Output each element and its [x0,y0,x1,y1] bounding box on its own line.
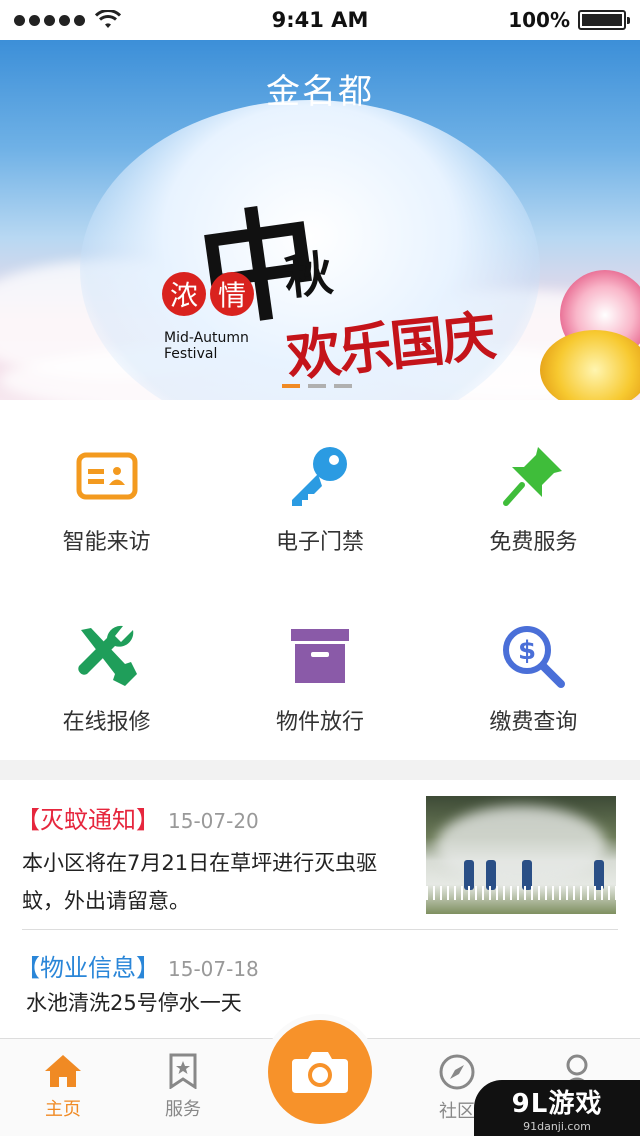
service-label: 智能来访 [62,530,151,555]
payment-search-icon: $ [503,626,566,688]
news-date: 15-07-18 [168,957,259,981]
service-free[interactable]: 免费服务 [427,400,640,580]
festival-english: Mid-Autumn Festival [164,330,249,362]
compass-icon [439,1054,475,1090]
wrench-screwdriver-icon [78,625,137,686]
site-watermark: 9L游戏 91danji.com [474,1080,640,1136]
news-body: 水池清洗25号停水一天 [26,991,242,1015]
bookmark-star-icon [169,1053,197,1089]
status-bar: 9:41 AM 100% [0,0,640,40]
camera-button[interactable] [268,1020,372,1124]
promo-banner[interactable]: 金名都 中 秋 浓 情 欢乐国庆 Mid-Autumn Festival [0,40,640,400]
service-label: 物件放行 [275,710,364,735]
calligraphy-sub: 秋 [281,245,336,307]
service-door-access[interactable]: 电子门禁 [213,400,426,580]
service-item-release[interactable]: 物件放行 [213,580,426,760]
service-grid: 智能来访 电子门禁 免费服务 在线报修 物件放行 $ 缴费查询 [0,400,640,760]
seal-stamp: 浓 情 [162,272,254,316]
home-icon [45,1055,81,1087]
news-tag: 【物业信息】 [16,954,160,982]
service-label: 缴费查询 [489,710,578,735]
box-icon [290,629,349,683]
service-visitor[interactable]: 智能来访 [0,400,213,580]
news-item[interactable]: 【灭蚊通知】 15-07-20 本小区将在7月21日在草坪进行灭虫驱蚊，外出请留… [16,780,618,930]
news-thumbnail [426,796,616,914]
pin-icon [503,447,563,506]
news-date: 15-07-20 [168,809,259,833]
battery-icon [578,10,630,30]
wifi-icon [95,10,121,28]
service-label: 在线报修 [62,710,151,735]
news-list: 【灭蚊通知】 15-07-20 本小区将在7月21日在草坪进行灭虫驱蚊，外出请留… [0,780,640,1040]
indicator-dot[interactable] [282,384,300,388]
svg-text:$: $ [518,636,536,666]
tab-service[interactable]: 服务 [138,1053,228,1121]
carousel-indicators[interactable] [282,384,352,388]
camera-icon [292,1052,348,1093]
indicator-dot[interactable] [308,384,326,388]
service-label: 免费服务 [489,530,578,555]
community-title: 金名都 [266,72,374,112]
news-body: 本小区将在7月21日在草坪进行灭虫驱蚊，外出请留意。 [22,851,378,913]
key-icon [291,447,347,506]
indicator-dot[interactable] [334,384,352,388]
service-payment[interactable]: $ 缴费查询 [427,580,640,760]
visitor-card-icon [76,452,138,500]
service-repair[interactable]: 在线报修 [0,580,213,760]
tab-home[interactable]: 主页 [18,1053,108,1121]
news-tag: 【灭蚊通知】 [16,806,160,834]
service-label: 电子门禁 [275,530,364,555]
signal-strength [14,10,121,30]
battery-percent: 100% [508,8,570,32]
